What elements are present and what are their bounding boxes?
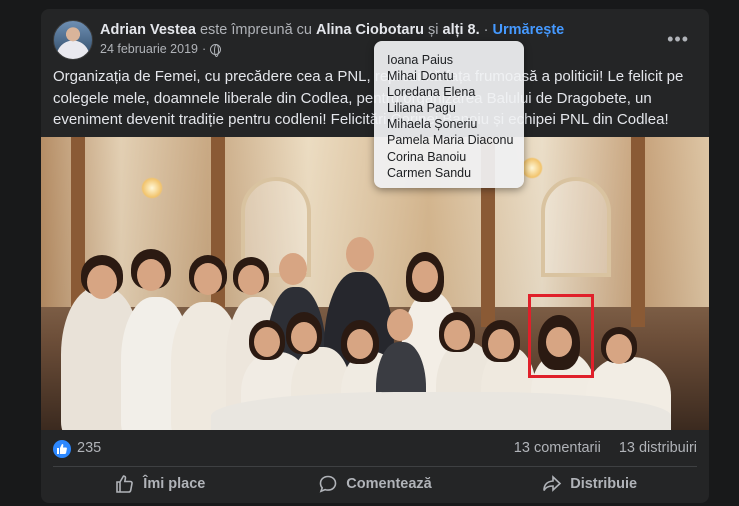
tooltip-name[interactable]: Pamela Maria Diaconu bbox=[387, 132, 513, 148]
photo-face bbox=[347, 329, 373, 359]
tooltip-name[interactable]: Liliana Pagu bbox=[387, 100, 511, 116]
follow-button[interactable]: Urmărește bbox=[493, 22, 565, 38]
photo-face bbox=[279, 253, 307, 285]
photo-lamp bbox=[521, 157, 543, 179]
share-button[interactable]: Distribuie bbox=[482, 469, 697, 499]
tooltip-name[interactable]: Loredana Elena bbox=[387, 84, 511, 100]
comment-icon bbox=[319, 475, 337, 493]
photo-face bbox=[194, 263, 222, 295]
photo-table bbox=[211, 392, 671, 430]
others-link[interactable]: alți 8. bbox=[443, 22, 480, 38]
shares-count[interactable]: 13 distribuiri bbox=[619, 440, 697, 456]
author-name[interactable]: Adrian Vestea bbox=[100, 22, 196, 38]
photo-face bbox=[387, 309, 413, 341]
photo-face bbox=[137, 259, 165, 291]
stats-right: 13 comentarii 13 distribuiri bbox=[514, 440, 697, 456]
like-button[interactable]: Îmi place bbox=[53, 469, 268, 499]
share-label: Distribuie bbox=[570, 476, 638, 492]
tooltip-name[interactable]: Mihai Dontu bbox=[387, 68, 511, 84]
post-meta: 24 februarie 2019 · bbox=[100, 42, 222, 57]
photo-column bbox=[211, 137, 225, 327]
tooltip-name[interactable]: Ioana Paius bbox=[387, 52, 511, 68]
avatar[interactable] bbox=[53, 20, 93, 60]
tooltip-name[interactable]: Corina Banoiu bbox=[387, 149, 511, 165]
tagged-people-tooltip: Ioana Paius Mihai Dontu Loredana Elena L… bbox=[374, 41, 524, 188]
post-stats: 235 13 comentarii 13 distribuiri bbox=[53, 438, 703, 462]
photo-face bbox=[488, 329, 514, 359]
like-reaction-icon[interactable] bbox=[53, 440, 71, 458]
highlight-box bbox=[528, 294, 594, 378]
photo-face bbox=[87, 265, 117, 299]
photo-face bbox=[444, 320, 470, 350]
photo-face bbox=[606, 334, 632, 364]
photo-face bbox=[254, 327, 280, 357]
like-count[interactable]: 235 bbox=[77, 440, 101, 456]
globe-icon bbox=[210, 43, 222, 57]
tooltip-name[interactable]: Carmen Sandu bbox=[387, 165, 511, 181]
and-text: și bbox=[428, 22, 439, 38]
photo-face bbox=[238, 265, 264, 295]
photo-column bbox=[631, 137, 645, 327]
post-actions: Îmi place Comentează Distribuie bbox=[53, 469, 697, 499]
comment-button[interactable]: Comentează bbox=[268, 469, 483, 499]
like-label: Îmi place bbox=[143, 476, 206, 492]
post-header: Adrian Vestea este împreună cu Alina Cio… bbox=[100, 22, 564, 38]
photo-face bbox=[291, 322, 317, 352]
tooltip-name[interactable]: Mihaela Șoneriu bbox=[387, 116, 511, 132]
photo-arch bbox=[541, 177, 611, 277]
share-icon bbox=[543, 475, 562, 492]
more-options-icon[interactable]: ••• bbox=[667, 29, 689, 50]
post-date[interactable]: 24 februarie 2019 bbox=[100, 42, 198, 56]
photo-face bbox=[346, 237, 374, 271]
tagged-user[interactable]: Alina Ciobotaru bbox=[316, 22, 424, 38]
photo-lamp bbox=[141, 177, 163, 199]
thumbs-up-icon bbox=[116, 475, 134, 493]
comments-count[interactable]: 13 comentarii bbox=[514, 440, 601, 456]
comment-label: Comentează bbox=[346, 476, 432, 492]
with-text: este împreună cu bbox=[199, 22, 312, 38]
date-separator: · bbox=[202, 42, 207, 56]
actions-divider bbox=[53, 466, 697, 467]
photo-face bbox=[412, 261, 438, 293]
separator: · bbox=[483, 22, 489, 38]
